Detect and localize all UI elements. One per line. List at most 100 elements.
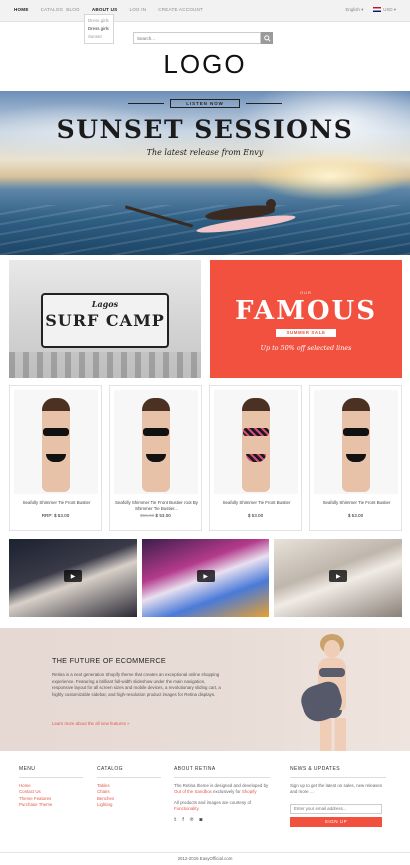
hero-title: SUNSET SESSIONS <box>56 115 354 144</box>
product-card[interactable]: Seafolly Shimmer Tie Front Bustier RRP: … <box>9 385 102 531</box>
nav-about-us[interactable]: ABOUT US <box>92 7 118 12</box>
footer-about: ABOUT RETINA The Retina theme is designe… <box>174 766 270 824</box>
currency-label: USD <box>383 7 393 12</box>
product-grid: Seafolly Shimmer Tie Front Bustier RRP: … <box>9 385 402 531</box>
promo-ribbon: SUMMER SALE <box>276 329 336 337</box>
nav-home[interactable]: HOME <box>14 7 29 12</box>
product-image[interactable] <box>14 390 98 494</box>
product-card[interactable]: Seafolly Shimmer Tie Front Bustier $ 53.… <box>309 385 402 531</box>
twitter-icon[interactable]: 𝕥 <box>174 817 176 824</box>
social-links: 𝕥 f ℗ ◙ <box>174 817 270 824</box>
email-field[interactable] <box>290 803 382 814</box>
video-thumbnail[interactable]: ▶ <box>9 539 137 617</box>
surf-camp-badge: Lagos SURF CAMP <box>41 293 169 348</box>
footer-link[interactable]: Benches <box>97 796 161 803</box>
dropdown-item[interactable]: Sunset <box>88 33 110 41</box>
nav-blog[interactable]: BLOG <box>66 7 80 12</box>
dropdown-item[interactable]: Dress girls <box>88 25 110 33</box>
video-thumbnail[interactable]: ▶ <box>141 539 270 617</box>
copyright: 2012-2015 EasyOfficial.com <box>0 852 410 865</box>
sign-up-button[interactable]: SIGN UP <box>290 816 382 827</box>
search-input[interactable] <box>133 32 261 44</box>
footer-about-credit: All products and images are courtesy of … <box>174 800 270 813</box>
hero-sun <box>250 151 410 201</box>
price-value: $ 53.00 <box>347 513 364 518</box>
product-image[interactable] <box>214 390 298 494</box>
dropdown-item[interactable]: Dress girls <box>88 17 110 25</box>
badge-title: SURF CAMP <box>45 311 165 330</box>
facebook-icon[interactable]: f <box>182 817 183 824</box>
famous-sale-banner[interactable]: OUR FAMOUS SUMMER SALE Up to 50% off sel… <box>210 260 402 378</box>
newsletter-text: Sign up to get the latest on sales, new … <box>290 782 383 795</box>
instagram-icon[interactable]: ◙ <box>199 817 202 824</box>
footer: MENU Home Contact Us Theme Features Purc… <box>0 760 410 850</box>
feature-title: THE FUTURE OF ECOMMERCE <box>52 656 166 665</box>
feature-link[interactable]: Learn more about the all new features » <box>52 721 130 726</box>
pinterest-icon[interactable]: ℗ <box>190 817 194 824</box>
nav-create-account[interactable]: CREATE ACCOUNT <box>158 7 203 12</box>
product-price: $ 53.00 <box>210 513 301 518</box>
main-nav: HOME CATALOG BLOG ABOUT US LOG IN CREATE… <box>14 7 203 12</box>
product-image[interactable] <box>114 390 198 494</box>
product-price: RRP: $ 53.00 <box>10 513 101 518</box>
product-title[interactable]: Seafolly Shimmer Tie Front Bustier <box>12 500 101 506</box>
search-button[interactable] <box>261 32 273 44</box>
product-card[interactable]: Seafolly Shimmer Tie Front Bustier $ 53.… <box>209 385 302 531</box>
about-link[interactable]: Shopify <box>242 789 257 794</box>
banner-crowd <box>9 352 201 378</box>
product-title[interactable]: Seafolly Shimmer Tie Front Bustier <box>312 500 401 506</box>
badge-small-text: Lagos <box>91 299 119 309</box>
product-title[interactable]: Seafolly Shimmer Tie Front Bustier root … <box>112 500 201 512</box>
hero-rule <box>128 103 164 104</box>
promo-title: FAMOUS <box>235 296 377 326</box>
footer-link[interactable]: Theme Features <box>19 796 83 803</box>
search-bar <box>133 32 273 44</box>
listen-now-button[interactable]: LISTEN NOW <box>170 99 240 108</box>
footer-about-heading: ABOUT RETINA <box>174 766 216 772</box>
language-label: English <box>345 7 360 12</box>
surfer-head <box>266 199 276 209</box>
promo-our: OUR <box>300 290 312 295</box>
price-value: $ 53.00 <box>53 513 70 518</box>
hero-subtitle: The latest release from Envy <box>146 148 264 157</box>
about-text: exclusively for <box>213 789 241 795</box>
footer-link[interactable]: Chairs <box>97 789 161 796</box>
footer-link[interactable]: Home <box>19 783 83 790</box>
product-card[interactable]: Seafolly Shimmer Tie Front Bustier root … <box>109 385 202 531</box>
top-bar: HOME CATALOG BLOG ABOUT US LOG IN CREATE… <box>0 0 410 44</box>
footer-link[interactable]: Contact Us <box>19 789 83 796</box>
footer-news: NEWS & UPDATES Sign up to get the latest… <box>290 766 386 827</box>
nav-log-in[interactable]: LOG IN <box>129 7 146 12</box>
play-icon[interactable]: ▶ <box>329 570 348 582</box>
nav-catalog[interactable]: CATALOG <box>41 7 64 12</box>
about-link[interactable]: Out of the Sandbox <box>174 789 212 794</box>
footer-menu: MENU Home Contact Us Theme Features Purc… <box>19 766 83 809</box>
footer-menu-heading: MENU <box>19 766 36 772</box>
footer-catalog-heading: CATALOG <box>97 766 123 772</box>
search-icon <box>263 34 271 42</box>
old-price: $55.00 <box>140 513 155 518</box>
footer-link[interactable]: Tables <box>97 783 161 790</box>
about-text: The Retina theme is designed and develop… <box>174 782 269 788</box>
site-logo[interactable]: LOGO <box>0 49 410 80</box>
video-thumbnail[interactable]: ▶ <box>274 539 403 617</box>
video-row: ▶ ▶ ▶ <box>9 539 403 617</box>
locale-selectors: English ▾ USD ▾ <box>345 7 396 13</box>
language-select[interactable]: English ▾ <box>345 7 363 13</box>
currency-select[interactable]: USD ▾ <box>373 7 396 13</box>
footer-link[interactable]: Purchase Theme <box>19 802 83 809</box>
about-us-dropdown: Dress girls Dress girls Sunset <box>84 14 114 44</box>
product-title[interactable]: Seafolly Shimmer Tie Front Bustier <box>212 500 301 506</box>
about-text: All products and images are courtesy of <box>174 799 252 805</box>
product-image[interactable] <box>314 390 398 494</box>
play-icon[interactable]: ▶ <box>196 570 215 582</box>
product-price: $ 53.00 <box>310 513 401 518</box>
footer-link[interactable]: Lighting <box>97 802 161 809</box>
footer-news-heading: NEWS & UPDATES <box>290 766 340 772</box>
hero-slideshow[interactable]: LISTEN NOW SUNSET SESSIONS The latest re… <box>0 91 410 255</box>
uk-flag-icon <box>373 7 382 13</box>
product-price: $55.00 $ 53.00 <box>110 513 201 518</box>
surf-camp-banner[interactable]: Lagos SURF CAMP <box>9 260 201 378</box>
about-link[interactable]: Functionality. <box>174 806 200 811</box>
play-icon[interactable]: ▶ <box>64 570 82 582</box>
